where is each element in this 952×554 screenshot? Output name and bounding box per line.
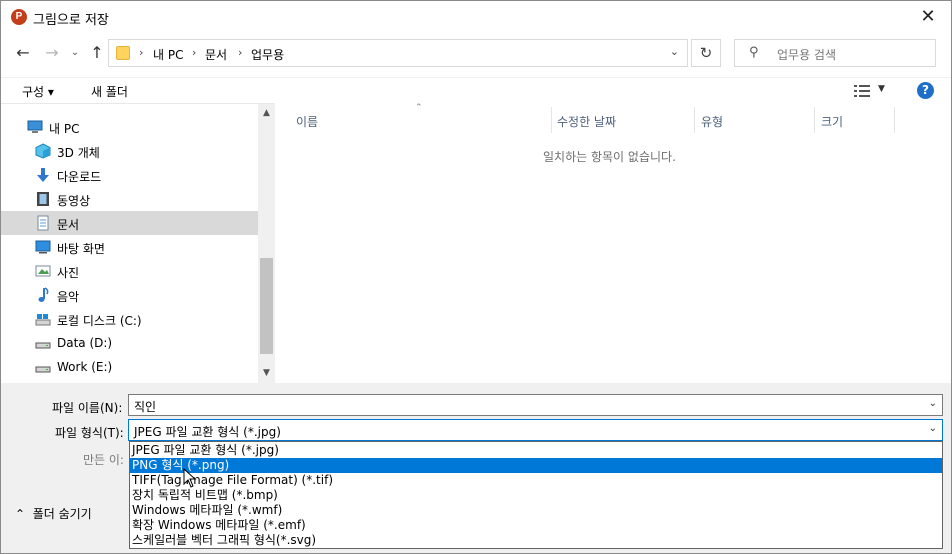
filetype-option-wmf[interactable]: Windows 메타파일 (*.wmf) [130,503,942,518]
column-header-type[interactable]: 유형 [701,113,723,130]
scroll-down-icon[interactable]: ▼ [258,368,275,378]
column-divider[interactable] [894,107,895,133]
close-button[interactable]: ✕ [905,1,951,33]
nav-scrollbar[interactable]: ▲ ▼ [258,104,275,384]
document-icon [37,215,49,231]
nav-item-my-pc[interactable]: 내 PC [1,115,258,139]
nav-item-label: 다운로드 [57,170,102,184]
powerpoint-icon: P [11,9,27,25]
file-list: ⌃ 이름 수정한 날짜 유형 크기 일치하는 항목이 없습니다. [275,103,951,383]
music-icon [38,287,49,302]
breadcrumb-separator: › [238,46,243,59]
nav-item-music[interactable]: 음악 [1,283,258,307]
cube-icon [35,143,51,159]
chevron-down-icon[interactable]: ⌄ [670,45,679,58]
breadcrumb-separator: › [192,46,197,59]
nav-item-label: 3D 개체 [57,146,100,160]
navigation-pane: 내 PC 3D 개체 다운로드 동영상 문서 바탕 화면 사진 음악 로컬 디스… [1,103,275,384]
up-arrow-icon[interactable]: ↑ [87,43,107,63]
nav-item-work-e[interactable]: Work (E:) [1,355,258,379]
filetype-option-tif[interactable]: TIFF(Tag Image File Format) (*.tif) [130,473,942,488]
command-bar: 구성 ▾ 새 폴더 ▼ ? [1,77,951,103]
nav-item-label: 사진 [57,266,80,280]
dialog-title: 그림으로 저장 [33,13,109,28]
chevron-down-icon[interactable]: ▼ [878,84,885,94]
search-placeholder: 업무용 검색 [777,48,837,62]
drive-icon [35,342,51,349]
authors-label: 만든 이: [83,453,124,467]
nav-item-videos[interactable]: 동영상 [1,187,258,211]
nav-item-label: 바탕 화면 [57,242,105,256]
chevron-down-icon[interactable]: ⌄ [929,398,937,409]
nav-item-desktop[interactable]: 바탕 화면 [1,235,258,259]
breadcrumb-work-folder[interactable]: 업무용 [251,46,284,63]
filetype-option-bmp[interactable]: 장치 독립적 비트맵 (*.bmp) [130,488,942,503]
nav-item-label: Work (E:) [57,360,113,374]
filename-label: 파일 이름(N): [52,401,123,415]
back-arrow-icon[interactable]: ← [13,43,33,63]
save-as-picture-dialog: P 그림으로 저장 ✕ ← → ⌄ ↑ › 내 PC › 문서 › 업무용 ⌄ … [0,0,952,554]
nav-item-data-d[interactable]: Data (D:) [1,331,258,355]
nav-item-3d-objects[interactable]: 3D 개체 [1,139,258,163]
search-icon: ⚲ [749,45,759,60]
refresh-button[interactable]: ↻ [691,39,721,67]
recent-locations-chevron-icon[interactable]: ⌄ [65,43,85,63]
download-icon [37,168,49,182]
filetype-option-emf[interactable]: 확장 Windows 메타파일 (*.emf) [130,518,942,533]
filetype-select[interactable]: JPEG 파일 교환 형식 (*.jpg) ⌄ [128,419,943,441]
desktop-icon [35,240,51,254]
forward-arrow-icon[interactable]: → [42,43,62,63]
scroll-thumb[interactable] [260,258,273,354]
video-icon [37,192,49,206]
breadcrumb-documents[interactable]: 문서 [205,46,227,63]
column-divider[interactable] [551,107,552,133]
nav-item-local-disk-c[interactable]: 로컬 디스크 (C:) [1,307,258,331]
new-folder-button[interactable]: 새 폴더 [91,83,128,100]
filetype-dropdown-list: JPEG 파일 교환 형식 (*.jpg) PNG 형식 (*.png) TIF… [129,441,943,549]
drive-icon [35,366,51,373]
folder-icon [116,46,130,60]
column-header-date-modified[interactable]: 수정한 날짜 [557,113,616,130]
breadcrumb-separator: › [139,46,144,59]
mouse-cursor-icon [183,468,197,488]
view-options-icon[interactable] [854,85,870,97]
breadcrumb-my-pc[interactable]: 내 PC [153,46,183,63]
filename-value: 직인 [134,400,157,414]
column-header-size[interactable]: 크기 [821,113,843,130]
filetype-option-jpg[interactable]: JPEG 파일 교환 형식 (*.jpg) [130,443,942,458]
filename-field[interactable]: 직인 ⌄ [128,394,943,416]
refresh-icon: ↻ [699,44,713,62]
empty-folder-message: 일치하는 항목이 없습니다. [543,150,676,164]
column-divider[interactable] [694,107,695,133]
pc-icon [27,120,43,133]
column-header-name[interactable]: 이름 [296,113,318,130]
pictures-icon [35,265,51,277]
hide-folders-label: 폴더 숨기기 [32,507,92,521]
scroll-up-icon[interactable]: ▲ [258,108,275,118]
help-icon[interactable]: ? [917,82,934,99]
nav-item-label: 동영상 [57,194,91,208]
nav-item-label: 문서 [57,218,80,232]
nav-item-label: Data (D:) [57,336,113,350]
hide-folders-button[interactable]: ⌃ 폴더 숨기기 [15,505,92,522]
organize-menu-button[interactable]: 구성 ▾ [22,83,54,100]
filetype-value: JPEG 파일 교환 형식 (*.jpg) [134,425,281,439]
nav-item-label: 음악 [57,290,80,304]
filetype-option-png[interactable]: PNG 형식 (*.png) [130,458,942,473]
nav-item-documents[interactable]: 문서 [1,211,258,235]
nav-item-downloads[interactable]: 다운로드 [1,163,258,187]
nav-item-label: 내 PC [49,122,80,136]
nav-item-pictures[interactable]: 사진 [1,259,258,283]
filetype-option-svg[interactable]: 스케일러블 벡터 그래픽 형식(*.svg) [130,533,942,548]
chevron-down-icon[interactable]: ⌄ [929,423,937,434]
address-bar[interactable]: › 내 PC › 문서 › 업무용 ⌄ [108,39,688,67]
filetype-label: 파일 형식(T): [55,426,124,440]
sort-ascending-icon: ⌃ [415,103,423,113]
search-box[interactable]: ⚲ 업무용 검색 [734,39,936,67]
drive-icon [35,314,51,326]
nav-item-label: 로컬 디스크 (C:) [57,314,142,328]
column-divider[interactable] [814,107,815,133]
title-bar: P 그림으로 저장 ✕ [1,1,951,33]
chevron-up-icon: ⌃ [15,507,26,521]
